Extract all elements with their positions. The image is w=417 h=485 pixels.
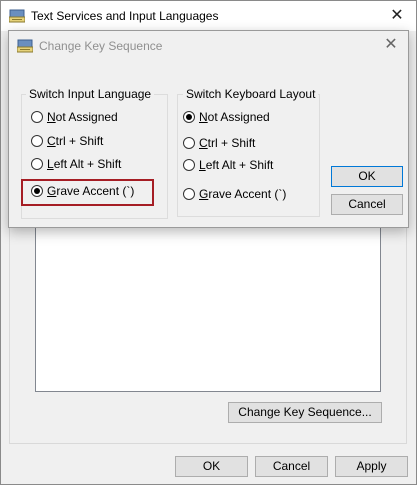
keyboard-icon <box>17 39 33 53</box>
layout-radio-left-alt-shift[interactable]: Left Alt + Shift <box>183 157 273 173</box>
switch-input-language-label: Switch Input Language <box>26 87 155 101</box>
outer-window-title: Text Services and Input Languages <box>31 9 219 23</box>
dialog-title: Change Key Sequence <box>39 39 163 53</box>
radio-label: Not Assigned <box>199 110 270 124</box>
selection-highlight-box <box>21 179 154 206</box>
keyboard-icon <box>9 9 25 23</box>
radio-label: Ctrl + Shift <box>199 136 256 150</box>
radio-button[interactable] <box>31 158 43 170</box>
radio-label: Left Alt + Shift <box>199 158 274 172</box>
radio-label: Grave Accent (`) <box>199 187 287 201</box>
apply-button[interactable]: Apply <box>335 456 408 477</box>
dialog-ok-button[interactable]: OK <box>331 166 403 187</box>
radio-label: Not Assigned <box>47 110 118 124</box>
dialog-cancel-button[interactable]: Cancel <box>331 194 403 215</box>
switch-keyboard-layout-label: Switch Keyboard Layout <box>183 87 319 101</box>
outer-close-icon[interactable]: ✕ <box>387 7 407 25</box>
radio-button[interactable] <box>183 188 195 200</box>
layout-radio-grave-accent[interactable]: Grave Accent (`) <box>183 186 286 202</box>
radio-button[interactable] <box>183 137 195 149</box>
radio-button[interactable] <box>183 159 195 171</box>
dialog-title-bar[interactable]: Change Key Sequence ✕ <box>9 31 408 61</box>
input-radio-left-alt-shift[interactable]: Left Alt + Shift <box>31 156 121 172</box>
radio-label: Ctrl + Shift <box>47 134 104 148</box>
outer-cancel-button[interactable]: Cancel <box>255 456 328 477</box>
input-radio-ctrl-shift[interactable]: Ctrl + Shift <box>31 133 103 149</box>
dialog-close-icon[interactable]: ✕ <box>381 36 401 54</box>
change-key-sequence-button[interactable]: Change Key Sequence... <box>228 402 382 423</box>
radio-button-selected[interactable] <box>183 111 195 123</box>
input-language-list[interactable] <box>35 226 381 392</box>
outer-ok-button[interactable]: OK <box>175 456 248 477</box>
outer-title-bar[interactable]: Text Services and Input Languages ✕ <box>1 1 416 31</box>
radio-button[interactable] <box>31 111 43 123</box>
input-radio-not-assigned[interactable]: Not Assigned <box>31 109 118 125</box>
layout-radio-ctrl-shift[interactable]: Ctrl + Shift <box>183 135 255 151</box>
layout-radio-not-assigned[interactable]: Not Assigned <box>183 109 270 125</box>
radio-button[interactable] <box>31 135 43 147</box>
radio-label: Left Alt + Shift <box>47 157 122 171</box>
